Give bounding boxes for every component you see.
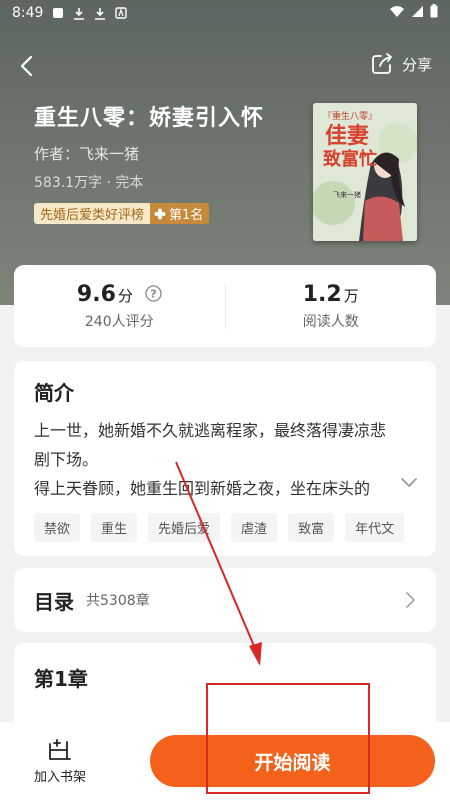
- intro-card[interactable]: 简介 上一世，她新婚不久就逃离程家，最终落得凄凉悲 剧下场。 得上天眷顾，她重生…: [14, 361, 436, 556]
- stats-card: 9.6 分 ? 240人评分 1.2 万 阅读人数: [14, 265, 436, 347]
- intro-line-1: 上一世，她新婚不久就逃离程家，最终落得凄凉悲: [34, 421, 387, 440]
- add-to-shelf-button[interactable]: 加入书架: [0, 738, 120, 785]
- notification-icon: [51, 7, 64, 20]
- chevron-left-icon: [20, 55, 33, 77]
- help-icon[interactable]: ?: [144, 284, 162, 302]
- download-icon: [93, 7, 106, 20]
- toc-count: 共5308章: [86, 593, 150, 609]
- book-cover[interactable]: 『重生八零』 佳妻 致富忙 飞来一猪: [313, 103, 417, 241]
- cover-title-2: 致富忙: [323, 148, 377, 170]
- app-notification-icon: [114, 7, 127, 20]
- intro-heading: 简介: [34, 381, 74, 405]
- book-title: 重生八零：娇妻引入怀: [34, 106, 265, 131]
- toc-row[interactable]: 目录 共5308章: [14, 568, 436, 632]
- readers-label: 阅读人数: [302, 313, 359, 330]
- tag-item[interactable]: 致富: [288, 513, 335, 542]
- book-meta: 583.1万字 · 完本: [34, 175, 144, 191]
- rank-list-name: 先婚后爱类好评榜: [34, 203, 151, 224]
- tag-list: 禁欲 重生 先婚后爱 虐渣 致富 年代文: [34, 513, 416, 542]
- share-button[interactable]: 分享: [370, 52, 432, 76]
- toc-title: 目录: [34, 589, 74, 614]
- score-label: 240人评分: [84, 313, 154, 330]
- tag-item[interactable]: 重生: [91, 513, 138, 542]
- score-value: 9.6 分 ?: [77, 282, 162, 307]
- bottom-action-bar: 加入书架 开始阅读: [0, 722, 450, 800]
- score-number: 9.6: [76, 281, 116, 307]
- intro-line-3: 得上天眷顾，她重生回到新婚之夜，坐在床头的: [34, 479, 371, 498]
- book-author[interactable]: 作者：飞来一猪: [34, 143, 139, 164]
- score-stat[interactable]: 9.6 分 ? 240人评分: [14, 265, 225, 347]
- flower-icon: [154, 208, 166, 219]
- share-label: 分享: [401, 55, 432, 74]
- readers-number: 1.2: [302, 281, 342, 307]
- battery-icon: [430, 4, 438, 22]
- signal-icon: [411, 5, 424, 22]
- tag-item[interactable]: 年代文: [345, 513, 405, 542]
- tag-item[interactable]: 虐渣: [231, 513, 278, 542]
- cover-title-1: 佳妻: [325, 123, 369, 149]
- tag-item[interactable]: 先婚后爱: [148, 513, 221, 542]
- share-icon: [372, 53, 392, 74]
- add-to-shelf-label: 加入书架: [33, 769, 86, 785]
- cover-tag: 『重生八零』: [323, 110, 377, 122]
- readers-unit: 万: [343, 286, 359, 305]
- back-button[interactable]: [14, 52, 42, 80]
- bookshelf-add-icon: [49, 738, 71, 760]
- chapter-title: 第1章: [34, 667, 88, 691]
- tag-item[interactable]: 禁欲: [34, 513, 81, 542]
- rank-badge[interactable]: 先婚后爱类好评榜 第1名: [34, 203, 210, 224]
- svg-text:?: ?: [150, 287, 156, 300]
- chevron-right-icon: [406, 592, 415, 608]
- status-time: 8:49: [12, 5, 44, 21]
- readers-value: 1.2 万: [303, 282, 359, 307]
- readers-stat: 1.2 万 阅读人数: [226, 265, 437, 347]
- download-icon: [72, 7, 85, 20]
- rank-position: 第1名: [150, 203, 210, 224]
- status-bar: 8:49: [0, 0, 450, 26]
- start-reading-button[interactable]: 开始阅读: [150, 735, 435, 787]
- score-unit: 分: [117, 286, 133, 305]
- chevron-down-icon[interactable]: [400, 477, 418, 489]
- intro-line-2: 剧下场。: [34, 450, 99, 469]
- wifi-icon: [389, 5, 405, 22]
- rank-position-label: 第1名: [169, 208, 204, 223]
- cover-author: 飞来一猪: [333, 190, 361, 199]
